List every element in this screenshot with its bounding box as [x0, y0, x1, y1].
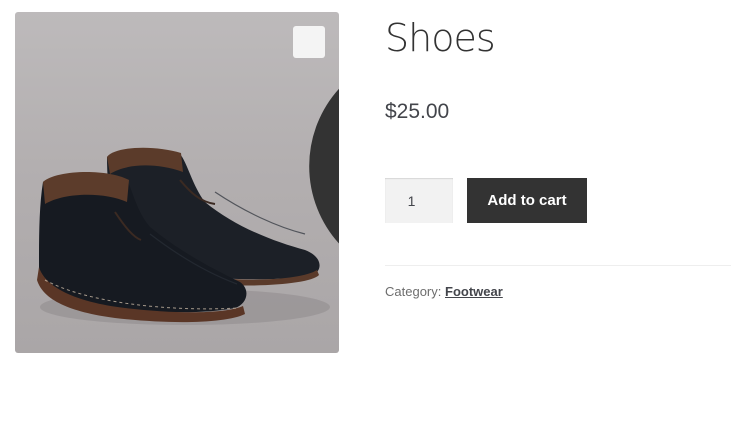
product-meta: Category: Footwear [385, 283, 503, 301]
boots-illustration [37, 147, 330, 325]
quantity-input[interactable] [385, 178, 453, 223]
product-image[interactable] [15, 12, 339, 353]
category-label: Category: [385, 284, 442, 299]
add-to-cart-button[interactable]: Add to cart [467, 178, 587, 223]
zoom-in-icon [309, 88, 339, 244]
product-title: Shoes [385, 16, 496, 60]
divider [385, 265, 731, 266]
zoom-button[interactable] [293, 26, 339, 244]
product-price: $25.00 [385, 100, 450, 123]
product-summary: Shoes $25.00 Add to cart Category: Footw… [385, 0, 731, 437]
category-link[interactable]: Footwear [445, 284, 503, 299]
product-page: Shoes $25.00 Add to cart Category: Footw… [0, 0, 731, 437]
